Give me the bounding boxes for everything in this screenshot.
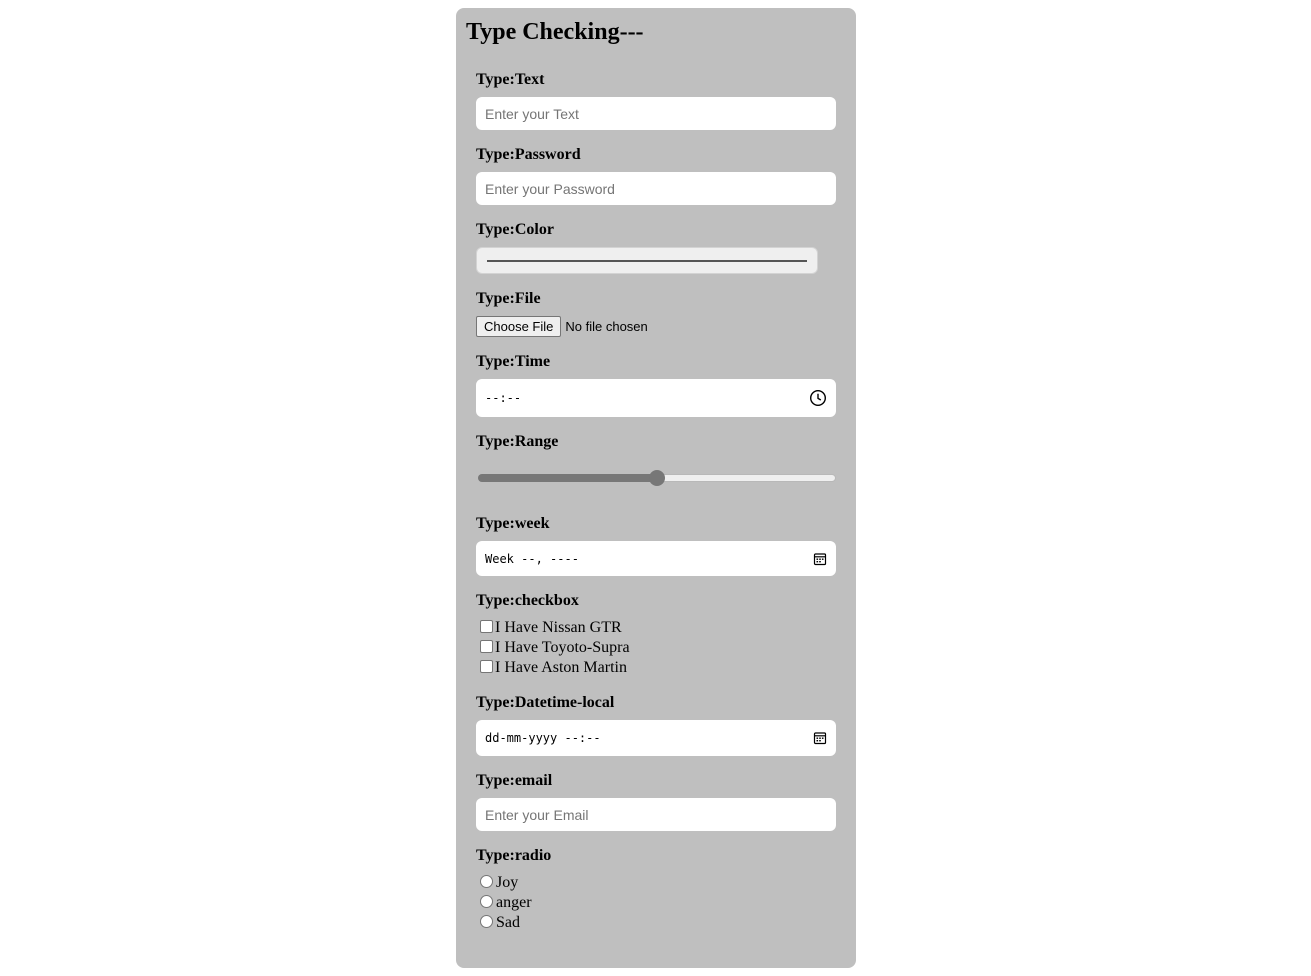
page-title: Type Checking--- [466, 19, 644, 45]
radio-label: Type:radio [476, 847, 552, 864]
text-input[interactable] [476, 97, 836, 130]
range-fill [478, 474, 657, 482]
password-label: Type:Password [476, 146, 581, 163]
email-input[interactable] [476, 798, 836, 831]
checkbox[interactable] [480, 619, 493, 633]
time-input[interactable]: --:-- [476, 379, 836, 417]
email-label: Type:email [476, 772, 553, 789]
radio-option-label: anger [496, 894, 532, 911]
checkbox-option-label: I Have Aston Martin [495, 659, 627, 676]
datetime-input[interactable]: dd-mm-yyyy --:-- [476, 720, 836, 756]
time-label: Type:Time [476, 353, 551, 370]
radio-option-label: Sad [496, 914, 520, 931]
radio-item[interactable]: Sad [480, 913, 520, 933]
checkbox-option-label: I Have Nissan GTR [495, 619, 622, 636]
radio-item[interactable]: Joy [480, 873, 518, 893]
password-input[interactable] [476, 172, 836, 205]
week-input[interactable]: Week --, ---- [476, 541, 836, 576]
checkbox-option-label: I Have Toyoto-Supra [495, 639, 630, 656]
form-card: Type Checking--- Type:Text Type:Password… [456, 8, 856, 968]
file-input: Choose File No file chosen [476, 316, 648, 337]
range-slider[interactable] [478, 470, 836, 486]
range-track [657, 474, 836, 482]
checkbox[interactable] [480, 639, 493, 653]
checkbox-item[interactable]: I Have Aston Martin [480, 658, 627, 678]
choose-file-button[interactable]: Choose File [476, 316, 562, 337]
color-swatch [487, 260, 807, 262]
time-value: --:-- [485, 391, 522, 405]
calendar-icon[interactable] [813, 731, 827, 745]
file-label: Type:File [476, 290, 541, 307]
color-picker[interactable] [476, 247, 818, 274]
week-value: Week --, ---- [485, 551, 579, 566]
color-label: Type:Color [476, 221, 554, 238]
week-label: Type:week [476, 515, 550, 532]
radio-button[interactable] [480, 914, 493, 928]
datetime-value: dd-mm-yyyy --:-- [485, 731, 601, 745]
checkbox-item[interactable]: I Have Nissan GTR [480, 618, 622, 638]
radio-option-label: Joy [496, 874, 519, 891]
datetime-label: Type:Datetime-local [476, 694, 615, 711]
radio-button[interactable] [480, 874, 493, 888]
radio-item[interactable]: anger [480, 893, 532, 913]
checkbox[interactable] [480, 659, 493, 673]
range-thumb[interactable] [649, 470, 665, 486]
text-label: Type:Text [476, 71, 545, 88]
checkbox-label: Type:checkbox [476, 592, 579, 609]
calendar-icon[interactable] [813, 552, 827, 566]
file-status: No file chosen [565, 319, 648, 334]
range-label: Type:Range [476, 433, 559, 450]
checkbox-item[interactable]: I Have Toyoto-Supra [480, 638, 630, 658]
radio-button[interactable] [480, 894, 493, 908]
clock-icon[interactable] [809, 389, 827, 407]
